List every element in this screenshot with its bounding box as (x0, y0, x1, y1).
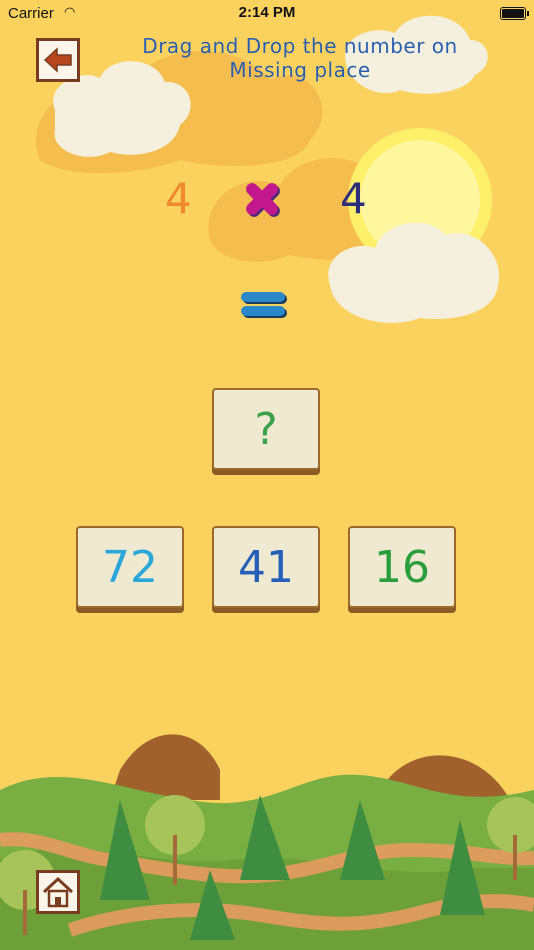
home-button[interactable] (36, 870, 80, 914)
option-tile[interactable]: 41 (212, 526, 320, 608)
arrow-left-icon (43, 47, 72, 73)
background-scene (0, 0, 534, 950)
home-icon (42, 876, 74, 908)
right-operand: 4 (340, 174, 367, 223)
option-tile[interactable]: 72 (76, 526, 184, 608)
answer-drop-target[interactable]: ? (212, 388, 320, 470)
back-button[interactable] (36, 38, 80, 82)
clock-time: 2:14 PM (238, 4, 296, 21)
equals-icon (241, 292, 287, 318)
instructions-text: Drag and Drop the number on Missing plac… (142, 34, 458, 82)
multiply-icon (246, 183, 280, 217)
left-operand: 4 (165, 174, 192, 223)
option-tile[interactable]: 16 (348, 526, 456, 608)
battery-icon (500, 7, 529, 20)
status-bar: Carrier ◠ 2:14 PM (0, 0, 534, 28)
